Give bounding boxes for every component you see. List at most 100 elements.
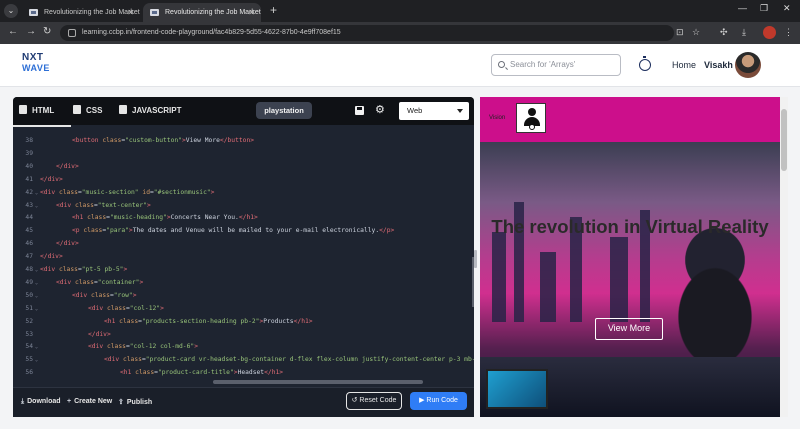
code-line[interactable]: 53 </div> — [13, 329, 474, 342]
install-icon[interactable]: ⊡ — [676, 27, 684, 38]
tab-close-icon[interactable]: ✕ — [248, 3, 255, 22]
tab-javascript[interactable]: JAVASCRIPT — [119, 105, 182, 115]
user-avatar[interactable] — [735, 52, 761, 78]
reset-code-button[interactable]: ↺ Reset Code — [346, 392, 402, 410]
fold-chevron-icon[interactable]: ⌄ — [35, 341, 38, 354]
download-button[interactable]: ⤓ Download — [21, 398, 61, 406]
editor-footer: ⤓ Download + Create New ⇪ Publish ↺ Reset C… — [13, 387, 474, 417]
code-line[interactable]: 47 </div> — [13, 251, 474, 264]
site-info-icon[interactable] — [68, 29, 76, 37]
code-line[interactable]: 46 </div> — [13, 238, 474, 251]
new-tab-icon[interactable]: + — [270, 3, 277, 17]
stopwatch-icon[interactable] — [639, 56, 651, 71]
fold-chevron-icon[interactable]: ⌄ — [35, 200, 38, 213]
fold-chevron-icon[interactable]: ⌄ — [35, 290, 38, 303]
code-line[interactable]: 44 <h1 class="music-heading">Concerts Nea… — [13, 212, 474, 225]
back-icon[interactable]: ← — [8, 26, 18, 37]
user-logo-icon[interactable] — [516, 103, 546, 133]
gear-icon[interactable]: ⚙ — [375, 105, 385, 116]
profile-avatar[interactable] — [763, 26, 776, 39]
code-text: <div class="text-center"> — [56, 201, 151, 209]
code-line[interactable]: 55 ⌄ <div class="product-card vr-headset-b… — [13, 354, 474, 367]
line-number: 52 — [25, 317, 33, 325]
code-text: <div class="container"> — [56, 278, 144, 286]
line-number: 56 — [25, 369, 33, 377]
code-line[interactable]: 45 <p class="para">The dates and Venue wi… — [13, 225, 474, 238]
preview-navbar: Vision — [480, 97, 780, 142]
code-line[interactable]: 40 </div> — [13, 161, 474, 174]
extensions-icon[interactable]: ✣ — [720, 27, 728, 38]
code-line[interactable]: 52 <h1 class="products-section-heading pb… — [13, 316, 474, 329]
tab-html[interactable]: HTML — [13, 105, 72, 127]
url-field[interactable]: learning.ccbp.in/frontend-code-playgroun… — [60, 25, 674, 41]
code-line[interactable]: 48 ⌄ <div class="pt-5 pb-5"> — [13, 264, 474, 277]
user-name[interactable]: Visakh — [704, 60, 733, 70]
reload-icon[interactable]: ↻ — [43, 26, 51, 37]
line-number: 41 — [25, 175, 33, 183]
tab-css[interactable]: CSS — [73, 105, 102, 115]
favicon-icon — [150, 9, 159, 16]
code-text: <h1 class="product-card-title">Headset</… — [120, 369, 284, 377]
maximize-icon[interactable]: ❐ — [760, 3, 768, 14]
line-number: 54 — [25, 343, 33, 351]
line-number: 47 — [25, 253, 33, 261]
fold-chevron-icon[interactable]: ⌄ — [35, 264, 38, 277]
download-icon: ⤓ — [21, 398, 25, 405]
resize-handle[interactable] — [474, 250, 477, 268]
code-line[interactable]: 50 ⌄ <div class="row"> — [13, 290, 474, 303]
nxtwave-logo[interactable]: NXT WAVE — [22, 53, 66, 74]
browser-tab-1[interactable]: Revolutionizing the Job Market ✕ — [22, 3, 140, 22]
code-line[interactable]: 49 ⌄ <div class="container"> — [13, 277, 474, 290]
fold-chevron-icon[interactable]: ⌄ — [35, 187, 38, 200]
horizontal-scrollbar[interactable] — [213, 380, 423, 384]
line-number: 38 — [25, 137, 33, 144]
fold-chevron-icon[interactable]: ⌄ — [35, 277, 38, 290]
bookmark-star-icon[interactable]: ☆ — [692, 27, 700, 38]
code-line[interactable]: 38 <button class="custom-button">View Mor… — [13, 135, 474, 148]
code-text: <div class="music-section" id="#sectionm… — [40, 188, 215, 196]
tab-close-icon[interactable]: ✕ — [127, 3, 134, 22]
create-new-button[interactable]: + Create New — [67, 398, 112, 405]
code-line[interactable]: 39 — [13, 148, 474, 161]
close-window-icon[interactable]: ✕ — [783, 3, 791, 14]
code-line[interactable]: 56 <h1 class="product-card-title">Headset… — [13, 367, 474, 380]
publish-button[interactable]: ⇪ Publish — [118, 398, 152, 406]
code-line[interactable]: 41 </div> — [13, 174, 474, 187]
menu-kebab-icon[interactable]: ⋮ — [784, 27, 793, 38]
publish-icon: ⇪ — [118, 399, 124, 406]
fold-chevron-icon[interactable]: ⌄ — [35, 303, 38, 316]
save-icon[interactable] — [355, 106, 364, 115]
code-line[interactable]: 51 ⌄ <div class="col-12"> — [13, 303, 474, 316]
code-line[interactable]: 54 ⌄ <div class="col-12 col-md-6"> — [13, 341, 474, 354]
project-name-badge[interactable]: playstation — [256, 102, 312, 119]
code-text: <p class="para">The dates and Venue will… — [72, 227, 395, 235]
view-more-button[interactable]: View More — [595, 318, 663, 340]
line-number: 42 — [25, 188, 33, 196]
code-text: </div> — [88, 330, 111, 338]
editor-tab-bar: HTML CSS JAVASCRIPT playstation ⚙ Web — [13, 97, 474, 127]
monitor-shape — [486, 369, 548, 409]
line-number: 48 — [25, 266, 33, 273]
minimize-icon[interactable]: — — [738, 3, 747, 13]
fold-chevron-icon[interactable]: ⌄ — [35, 354, 38, 367]
line-number: 53 — [25, 330, 33, 338]
code-line[interactable]: 42 ⌄ <div class="music-section" id="#secti… — [13, 187, 474, 200]
forward-icon[interactable]: → — [26, 26, 36, 37]
code-area[interactable]: 38 <button class="custom-button">View Mor… — [13, 135, 474, 379]
view-select[interactable]: Web — [399, 102, 469, 120]
search-input[interactable]: Search for 'Arrays' — [491, 54, 621, 76]
home-link[interactable]: Home — [672, 60, 696, 70]
browser-tab-2[interactable]: Revolutionizing the Job Market ✕ — [143, 3, 261, 22]
preview-brand[interactable]: Vision — [489, 115, 505, 121]
desk-shape — [480, 357, 780, 417]
url-text: learning.ccbp.in/frontend-code-playgroun… — [82, 29, 341, 36]
preview-scrollbar[interactable] — [780, 97, 788, 417]
run-code-button[interactable]: ▶ Run Code — [410, 392, 467, 410]
css3-icon — [73, 105, 81, 114]
code-text: <h1 class="products-section-heading pb-2… — [104, 317, 313, 325]
tab-search-icon[interactable]: ⌄ — [4, 4, 18, 18]
code-line[interactable]: 43 ⌄ <div class="text-center"> — [13, 200, 474, 213]
code-text: <button class="custom-button">View More<… — [72, 137, 255, 144]
download-icon[interactable]: ⤓ — [742, 27, 746, 38]
plus-icon: + — [67, 398, 72, 405]
